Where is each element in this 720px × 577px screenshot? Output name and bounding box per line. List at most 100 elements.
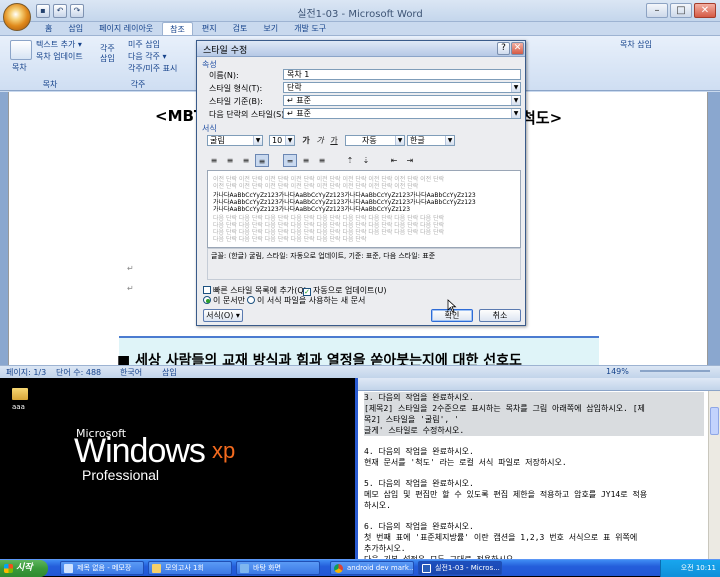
task-block-4: 4. 다음의 작업을 완료하시오. 현재 문서를 '척도' 라는 로컬 서식 파…: [364, 446, 704, 468]
taskbar-item-chrome[interactable]: android dev mark...: [330, 561, 414, 575]
office-button[interactable]: [3, 3, 31, 31]
show-notes-button[interactable]: 각주/미주 표시: [128, 63, 177, 74]
toc-button[interactable]: 목차: [12, 62, 27, 73]
status-mode[interactable]: 삽입: [162, 367, 177, 378]
single-spacing-icon[interactable]: ═: [283, 154, 297, 167]
style-type-value: 단락: [287, 83, 302, 92]
based-on-label: 스타일 기준(B):: [209, 97, 263, 106]
logo-xp: xp: [212, 438, 236, 463]
tab-home[interactable]: 홈: [38, 22, 59, 35]
color-dropdown[interactable]: 자동 ▼: [345, 135, 405, 146]
taskbar-item-folder[interactable]: 모의고사 1회: [148, 561, 232, 575]
tab-developer[interactable]: 개발 도구: [287, 22, 333, 35]
line-spacing-icon[interactable]: ≡: [299, 154, 313, 167]
logo-windows: Windows: [74, 432, 206, 470]
zoom-slider[interactable]: [640, 370, 710, 372]
next-footnote-button[interactable]: 다음 각주 ▾: [128, 51, 167, 62]
status-zoom[interactable]: 149%: [606, 367, 629, 376]
color-value: 자동: [362, 136, 377, 145]
status-lang[interactable]: 한국어: [120, 367, 142, 378]
align-center-icon[interactable]: ≡: [223, 154, 237, 167]
tab-page-layout[interactable]: 페이지 레이아웃: [92, 22, 160, 35]
taskbar-item-label: 실전1-03 - Micros...: [435, 564, 500, 572]
modify-style-dialog: 스타일 수정 ? ✕ 속성 이름(N): 목차 1 스타일 형식(T): 단락 ▼…: [196, 40, 526, 326]
add-text-button[interactable]: 텍스트 추가 ▾: [36, 39, 82, 50]
task-line: 첫 번째 표에 '표준체지방률' 이란 캡션을 1,2,3 번호 서식으로 표 …: [364, 533, 638, 542]
decrease-indent-icon[interactable]: ⇤: [387, 154, 401, 167]
preview-next-line: 다음 단락 다음 단락 다음 단락 다음 단락 다음 단락 다음 단락: [213, 236, 367, 243]
underline-button[interactable]: 가: [327, 134, 341, 147]
desktop-icon: [240, 564, 249, 573]
align-right-icon[interactable]: ≡: [239, 154, 253, 167]
font-dropdown[interactable]: 굴림 ▼: [207, 135, 263, 146]
close-button[interactable]: ✕: [694, 3, 716, 18]
tab-review[interactable]: 검토: [226, 22, 255, 35]
taskbar-item-notepad[interactable]: 제목 없음 - 메모장: [60, 561, 144, 575]
justify-icon[interactable]: ≡: [255, 154, 269, 167]
scroll-thumb[interactable]: [710, 407, 719, 435]
style-preview: 이전 단락 이전 단락 이전 단락 이전 단락 이전 단락 이전 단락 이전 단…: [207, 170, 521, 248]
mouse-cursor-icon: [447, 299, 457, 313]
name-field[interactable]: 목차 1: [283, 69, 521, 80]
notepad-text[interactable]: 3. 다음의 작업을 완료하시오. [제목2] 스타일을 2수준으로 표시하는 …: [364, 392, 704, 575]
logo-professional: Professional: [82, 467, 160, 483]
dialog-close-button[interactable]: ✕: [511, 42, 524, 55]
preview-prev-line: 이전 단락 이전 단락 이전 단락 이전 단락 이전 단락 이전 단락 이전 단…: [213, 183, 419, 190]
space-after-icon[interactable]: ⇣: [359, 154, 373, 167]
status-words[interactable]: 단어 수: 488: [56, 367, 101, 378]
notepad-scrollbar[interactable]: [708, 391, 720, 559]
minimize-button[interactable]: –: [646, 3, 668, 18]
bold-button[interactable]: 가: [299, 134, 313, 147]
status-page[interactable]: 페이지: 1/3: [6, 367, 46, 378]
new-docs-label: 이 서식 파일을 사용하는 새 문서: [257, 296, 366, 305]
start-button[interactable]: 시작: [0, 560, 48, 577]
insert-toc-right-button[interactable]: 목차 삽입: [620, 39, 652, 50]
size-dropdown[interactable]: 10 ▼: [269, 135, 295, 146]
tab-references[interactable]: 참조: [162, 22, 193, 35]
task-line: 하시오.: [364, 501, 391, 510]
name-label: 이름(N):: [209, 71, 239, 80]
chrome-icon: [334, 564, 343, 573]
title-bar: ▪ ↶ ↷ 실전1-03 - Microsoft Word – □ ✕: [0, 0, 720, 22]
taskbar-item-label: 제목 없음 - 메모장: [77, 564, 132, 572]
dialog-title-bar: 스타일 수정 ? ✕: [197, 41, 525, 57]
window-title: 실전1-03 - Microsoft Word: [297, 9, 423, 20]
section-format: 서식: [202, 124, 217, 133]
system-tray: 오전 10:11: [660, 560, 720, 577]
help-button[interactable]: ?: [497, 42, 510, 55]
format-menu-button[interactable]: 서식(O) ▾: [203, 309, 243, 322]
next-style-dropdown[interactable]: ↵ 표준 ▼: [283, 108, 521, 119]
taskbar-item-label: android dev mark...: [347, 564, 414, 572]
footnote-insert-button[interactable]: 각주 삽입: [100, 44, 115, 64]
section-properties: 속성: [202, 60, 217, 69]
folder-icon[interactable]: [12, 388, 28, 400]
space-before-icon[interactable]: ⇡: [343, 154, 357, 167]
update-toc-button[interactable]: 목차 업데이트: [36, 51, 83, 62]
maximize-button[interactable]: □: [670, 3, 692, 18]
desktop-icon-label[interactable]: aaa: [12, 403, 25, 411]
auto-update-label: 자동으로 업데이트(U): [313, 286, 387, 295]
tab-insert[interactable]: 삽입: [61, 22, 90, 35]
double-spacing-icon[interactable]: ≡: [315, 154, 329, 167]
toc-icon[interactable]: [10, 40, 32, 60]
clock[interactable]: 오전 10:11: [681, 564, 716, 572]
align-left-icon[interactable]: ≡: [207, 154, 221, 167]
cancel-button[interactable]: 취소: [479, 309, 521, 322]
preview-main-line: 가나다AaBbCcYyZz123가나다AaBbCcYyZz123가나다AaBbC…: [213, 206, 411, 213]
this-doc-radio[interactable]: 이 문서만: [203, 295, 245, 306]
italic-button[interactable]: 가: [313, 134, 327, 147]
new-docs-radio[interactable]: 이 서식 파일을 사용하는 새 문서: [247, 295, 365, 306]
type-label: 스타일 형식(T):: [209, 84, 263, 93]
taskbar-item-word[interactable]: 실전1-03 - Micros...: [418, 561, 502, 575]
tab-view[interactable]: 보기: [256, 22, 285, 35]
tab-mailings[interactable]: 편지: [195, 22, 224, 35]
increase-indent-icon[interactable]: ⇥: [403, 154, 417, 167]
group-toc-label: 목차: [42, 80, 58, 89]
endnote-insert-button[interactable]: 미주 삽입: [128, 39, 160, 50]
taskbar-item-desktop[interactable]: 바탕 화면: [236, 561, 320, 575]
task-block-3: 3. 다음의 작업을 완료하시오. [제목2] 스타일을 2수준으로 표시하는 …: [364, 392, 704, 436]
style-type-dropdown[interactable]: 단락 ▼: [283, 82, 521, 93]
script-dropdown[interactable]: 한글 ▼: [407, 135, 455, 146]
next-style-label: 다음 단락의 스타일(S):: [209, 110, 287, 119]
based-on-dropdown[interactable]: ↵ 표준 ▼: [283, 95, 521, 106]
